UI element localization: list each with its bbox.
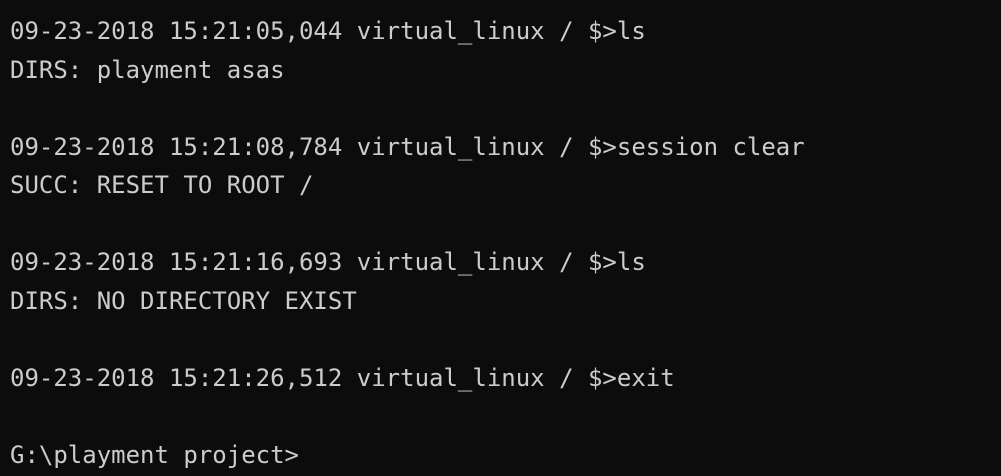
terminal-window[interactable]: 09-23-2018 15:21:05,044 virtual_linux / … xyxy=(0,0,1001,476)
command-line: 09-23-2018 15:21:16,693 virtual_linux / … xyxy=(10,248,646,276)
command-line: 09-23-2018 15:21:26,512 virtual_linux / … xyxy=(10,363,675,392)
command-line: 09-23-2018 15:21:05,044 virtual_linux / … xyxy=(10,17,646,45)
command-output: DIRS: playment asas xyxy=(10,55,285,84)
command-output: SUCC: RESET TO ROOT / xyxy=(10,171,314,199)
command-line: 09-23-2018 15:21:08,784 virtual_linux / … xyxy=(10,132,805,161)
command-output: DIRS: NO DIRECTORY EXIST xyxy=(10,286,357,315)
shell-prompt[interactable]: G:\playment project> xyxy=(10,436,1001,475)
